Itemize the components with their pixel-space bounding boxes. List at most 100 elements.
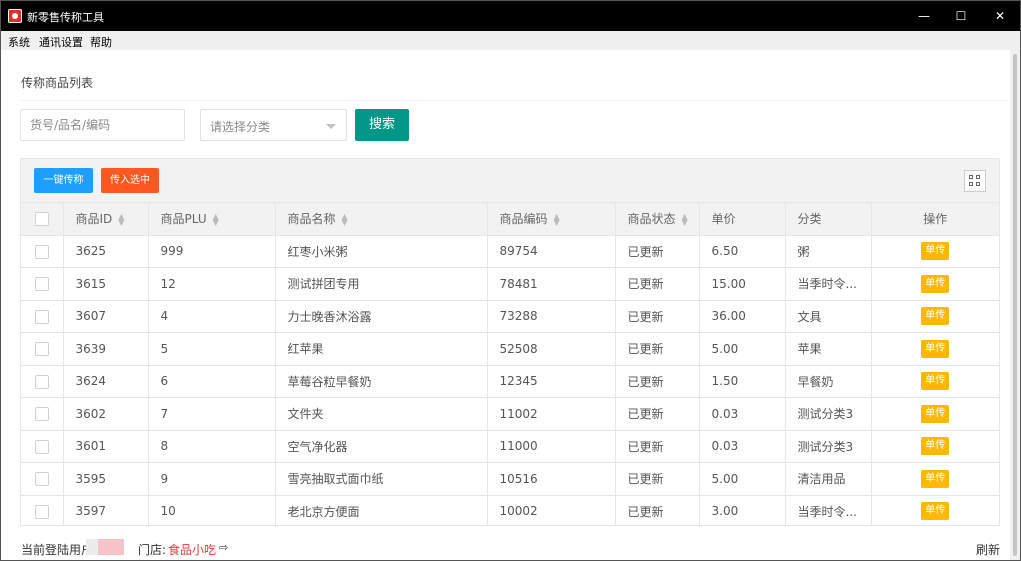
send-all-button[interactable]: 一键传称 [34,168,93,193]
single-send-button[interactable]: 单传 [921,242,950,261]
cell-code: 89754 [487,235,616,268]
cell-action: 单传 [871,495,999,525]
column-header-name[interactable]: 商品名称 ▲ ▼ [275,203,488,236]
search-input[interactable] [20,109,185,141]
maximize-button[interactable]: ☐ [941,1,981,31]
table-row[interactable]: 3624 6 草莓谷粒早餐奶 12345 已更新 1.50 早餐奶 单传 [21,365,999,398]
cell-status: 已更新 [615,300,700,333]
scrollbar-thumb[interactable] [1013,54,1017,556]
row-checkbox-cell[interactable] [21,365,64,398]
sort-icon[interactable]: ▲ ▼ [118,212,124,226]
table-row[interactable]: 3615 12 测试拼团专用 78481 已更新 15.00 当季时令... 单传 [21,267,999,301]
logout-icon[interactable]: ⇨ [219,541,228,554]
row-checkbox[interactable] [34,374,49,389]
app-logo-icon [8,9,22,23]
table-body: 3625 999 红枣小米粥 89754 已更新 6.50 粥单传 3615 12 测试拼团专用 7… [21,235,999,525]
product-table: 商品ID ▲ ▼ 商品PLU ▲ ▼ 商品名称 ▲ ▼ 商品编码 ▲ ▼ 商品状态 ▲ ▼ 单价 分… [21,203,999,525]
cell-name: 红苹果 [275,332,488,366]
row-checkbox-cell[interactable] [21,332,64,366]
row-checkbox-cell[interactable] [21,235,64,268]
row-checkbox-cell[interactable] [21,300,64,333]
table-row[interactable]: 3625 999 红枣小米粥 89754 已更新 6.50 粥 单传 [21,235,999,268]
product-table-panel: 一键传称 传入选中 商品ID ▲ ▼ 商品PLU ▲ ▼ 商品名称 ▲ ▼ 商品编码 ▲ ▼ 商… [20,158,1000,526]
row-checkbox-cell[interactable] [21,430,64,463]
column-header-code[interactable]: 商品编码 ▲ ▼ [487,203,616,236]
cell-plu: 12 [148,267,276,301]
cell-action: 单传 [871,332,999,366]
status-bar: 当前登陆用户 门店: 食品小吃 ⇨ 刷新 [1,533,1009,560]
login-user-label: 当前登陆用户 [21,543,94,557]
row-checkbox-cell[interactable] [21,462,64,496]
cell-action: 单传 [871,462,999,496]
table-row[interactable]: 3601 8 空气净化器 11000 已更新 0.03 测试分类3 单传 [21,430,999,463]
menu-help[interactable]: 帮助 [90,34,112,50]
send-selected-button[interactable]: 传入选中 [101,168,159,193]
cell-plu: 5 [148,332,276,366]
vertical-scrollbar[interactable] [1010,50,1020,560]
row-checkbox-cell[interactable] [21,495,64,525]
single-send-button[interactable]: 单传 [921,372,950,391]
cell-plu: 999 [148,235,276,268]
cell-price: 0.03 [699,430,786,463]
cell-name: 力士晚香沐浴露 [275,300,488,333]
select-all-checkbox-cell[interactable] [21,203,64,236]
single-send-button[interactable]: 单传 [921,307,950,326]
menu-bar: 系统 通讯设置 帮助 [1,31,1020,50]
cell-action: 单传 [871,300,999,333]
column-header-status[interactable]: 商品状态 ▲ ▼ [615,203,700,236]
cell-category: 早餐奶 [785,365,872,398]
table-row[interactable]: 3607 4 力士晚香沐浴露 73288 已更新 36.00 文具 单传 [21,300,999,333]
row-checkbox-cell[interactable] [21,397,64,431]
menu-comm-settings[interactable]: 通讯设置 [39,34,83,50]
row-checkbox[interactable] [34,407,49,421]
cell-name: 空气净化器 [275,430,488,463]
row-checkbox[interactable] [34,472,49,486]
sort-icon[interactable]: ▲ ▼ [554,212,560,226]
table-row[interactable]: 3597 10 老北京方便面 10002 已更新 3.00 当季时令... 单传 [21,495,999,525]
cell-status: 已更新 [615,397,700,431]
cell-category: 测试分类3 [785,430,872,463]
menu-system[interactable]: 系统 [8,34,30,50]
single-send-button[interactable]: 单传 [921,502,950,521]
chevron-down-icon [326,124,336,129]
title-bar: 新零售传称工具 — ☐ ✕ [1,1,1020,31]
select-all-checkbox[interactable] [34,212,49,226]
table-row[interactable]: 3602 7 文件夹 11002 已更新 0.03 测试分类3 单传 [21,397,999,431]
cell-status: 已更新 [615,430,700,463]
single-send-button[interactable]: 单传 [921,469,950,488]
close-button[interactable]: ✕ [980,1,1020,31]
single-send-button[interactable]: 单传 [921,274,950,293]
cell-name: 老北京方便面 [275,495,488,525]
sort-icon[interactable]: ▲ ▼ [682,212,688,226]
store-label: 门店: [138,543,167,557]
cell-code: 11002 [487,397,616,431]
cell-price: 5.00 [699,332,786,366]
table-row[interactable]: 3639 5 红苹果 52508 已更新 5.00 苹果 单传 [21,332,999,366]
row-checkbox[interactable] [34,309,49,324]
column-header-plu[interactable]: 商品PLU ▲ ▼ [148,203,276,236]
cell-status: 已更新 [615,462,700,496]
cell-category: 当季时令... [785,495,872,525]
single-send-button[interactable]: 单传 [921,437,950,456]
single-send-button[interactable]: 单传 [921,339,950,358]
column-header-category: 分类 [785,203,872,236]
row-checkbox[interactable] [34,504,49,519]
single-send-button[interactable]: 单传 [921,404,950,423]
minimize-button[interactable]: — [904,1,944,31]
sort-icon[interactable]: ▲ ▼ [342,212,348,226]
refresh-link[interactable]: 刷新 [976,541,1000,558]
row-checkbox[interactable] [34,342,49,356]
row-checkbox[interactable] [34,244,49,259]
row-checkbox[interactable] [34,439,49,454]
table-row[interactable]: 3595 9 雪亮抽取式面巾纸 10516 已更新 5.00 清洁用品 单传 [21,462,999,496]
cell-id: 3639 [63,332,149,366]
column-header-id[interactable]: 商品ID ▲ ▼ [63,203,149,236]
category-select[interactable]: 请选择分类 [200,109,347,141]
row-checkbox[interactable] [34,277,49,291]
sort-icon[interactable]: ▲ ▼ [213,212,219,226]
search-button[interactable]: 搜索 [355,109,409,141]
grid-icon[interactable] [964,170,986,192]
cell-name: 红枣小米粥 [275,235,488,268]
cell-price: 6.50 [699,235,786,268]
row-checkbox-cell[interactable] [21,267,64,301]
